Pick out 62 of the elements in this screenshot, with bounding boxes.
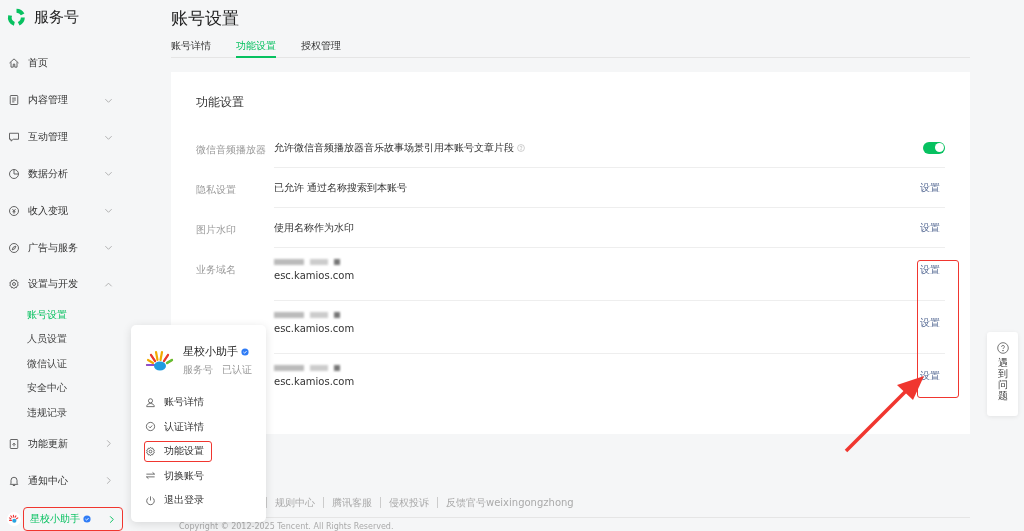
menu-icon — [145, 470, 156, 482]
nav-icon — [8, 204, 20, 217]
setting-value: 已允许 通过名称搜索到本账号 — [274, 180, 408, 195]
nav-icon — [8, 167, 20, 180]
account-name: 星校小助手 — [183, 345, 238, 359]
brand-name: 服务号 — [34, 8, 79, 28]
avatar-icon — [7, 512, 21, 526]
nav-icon — [8, 57, 20, 70]
page-title: 账号设置 — [171, 7, 240, 29]
help-panel[interactable]: 遇到问题 — [987, 332, 1018, 416]
setting-link[interactable]: 设置 — [920, 180, 945, 195]
setting-label: 业务域名 — [196, 264, 236, 275]
account-status: 已认证 — [222, 363, 252, 377]
menu-item[interactable]: 账号详情 — [145, 390, 266, 415]
menu-icon — [145, 445, 156, 457]
help-icon — [996, 342, 1009, 354]
menu-item[interactable]: 认证详情 — [145, 414, 266, 439]
chevron-icon — [107, 514, 116, 524]
setting-value: esc.kamios.com — [274, 270, 355, 281]
setting-link[interactable]: 设置 — [920, 369, 945, 383]
chevron-icon — [104, 439, 113, 449]
setting-value: 允许微信音频播放器音乐故事场景引用本账号文章片段 — [274, 140, 514, 155]
chevron-icon — [104, 169, 113, 179]
chevron-icon — [104, 476, 113, 486]
tab[interactable]: 账号详情 — [171, 39, 211, 58]
setting-label: 隐私设置 — [196, 184, 236, 195]
account-logo-icon — [145, 350, 175, 372]
account-type: 服务号 — [183, 363, 213, 377]
nav-item[interactable]: 互动管理 — [0, 118, 171, 156]
menu-icon — [145, 494, 156, 506]
menu-icon — [145, 421, 156, 433]
nav-icon — [8, 437, 20, 450]
menu-item[interactable]: 切换账号 — [145, 463, 266, 488]
setting-value: 使用名称作为水印 — [274, 220, 354, 235]
nav-icon — [8, 131, 20, 143]
toggle-switch[interactable] — [923, 141, 945, 154]
nav-item[interactable]: 内容管理 — [0, 81, 171, 119]
chevron-icon — [104, 206, 113, 216]
setting-value: esc.kamios.com — [274, 376, 355, 387]
nav-item[interactable]: 收入变现 — [0, 192, 171, 230]
setting-value: esc.kamios.com — [274, 323, 355, 334]
nav-item[interactable]: 广告与服务 — [0, 229, 171, 266]
setting-label: 微信音频播放器 — [196, 144, 266, 155]
nav-icon — [8, 474, 20, 487]
menu-icon — [145, 396, 156, 408]
logo-icon — [6, 7, 27, 29]
menu-item[interactable]: 功能设置 — [145, 439, 266, 464]
setting-link[interactable]: 设置 — [920, 316, 945, 330]
menu-item[interactable]: 退出登录 — [145, 488, 266, 513]
setting-link[interactable]: 设置 — [920, 263, 945, 277]
chevron-icon — [104, 243, 113, 253]
nav-item[interactable]: 设置与开发 — [0, 265, 171, 303]
setting-link[interactable]: 设置 — [920, 220, 945, 235]
nav-item[interactable]: 首页 — [0, 44, 171, 82]
annotation-box — [144, 441, 212, 462]
nav-item[interactable]: 数据分析 — [0, 155, 171, 193]
setting-label: 图片水印 — [196, 224, 236, 235]
nav-icon — [8, 241, 20, 254]
nav-icon — [8, 94, 20, 107]
nav-icon — [8, 278, 20, 291]
tab[interactable]: 授权管理 — [301, 39, 341, 58]
card-title: 功能设置 — [196, 94, 245, 111]
